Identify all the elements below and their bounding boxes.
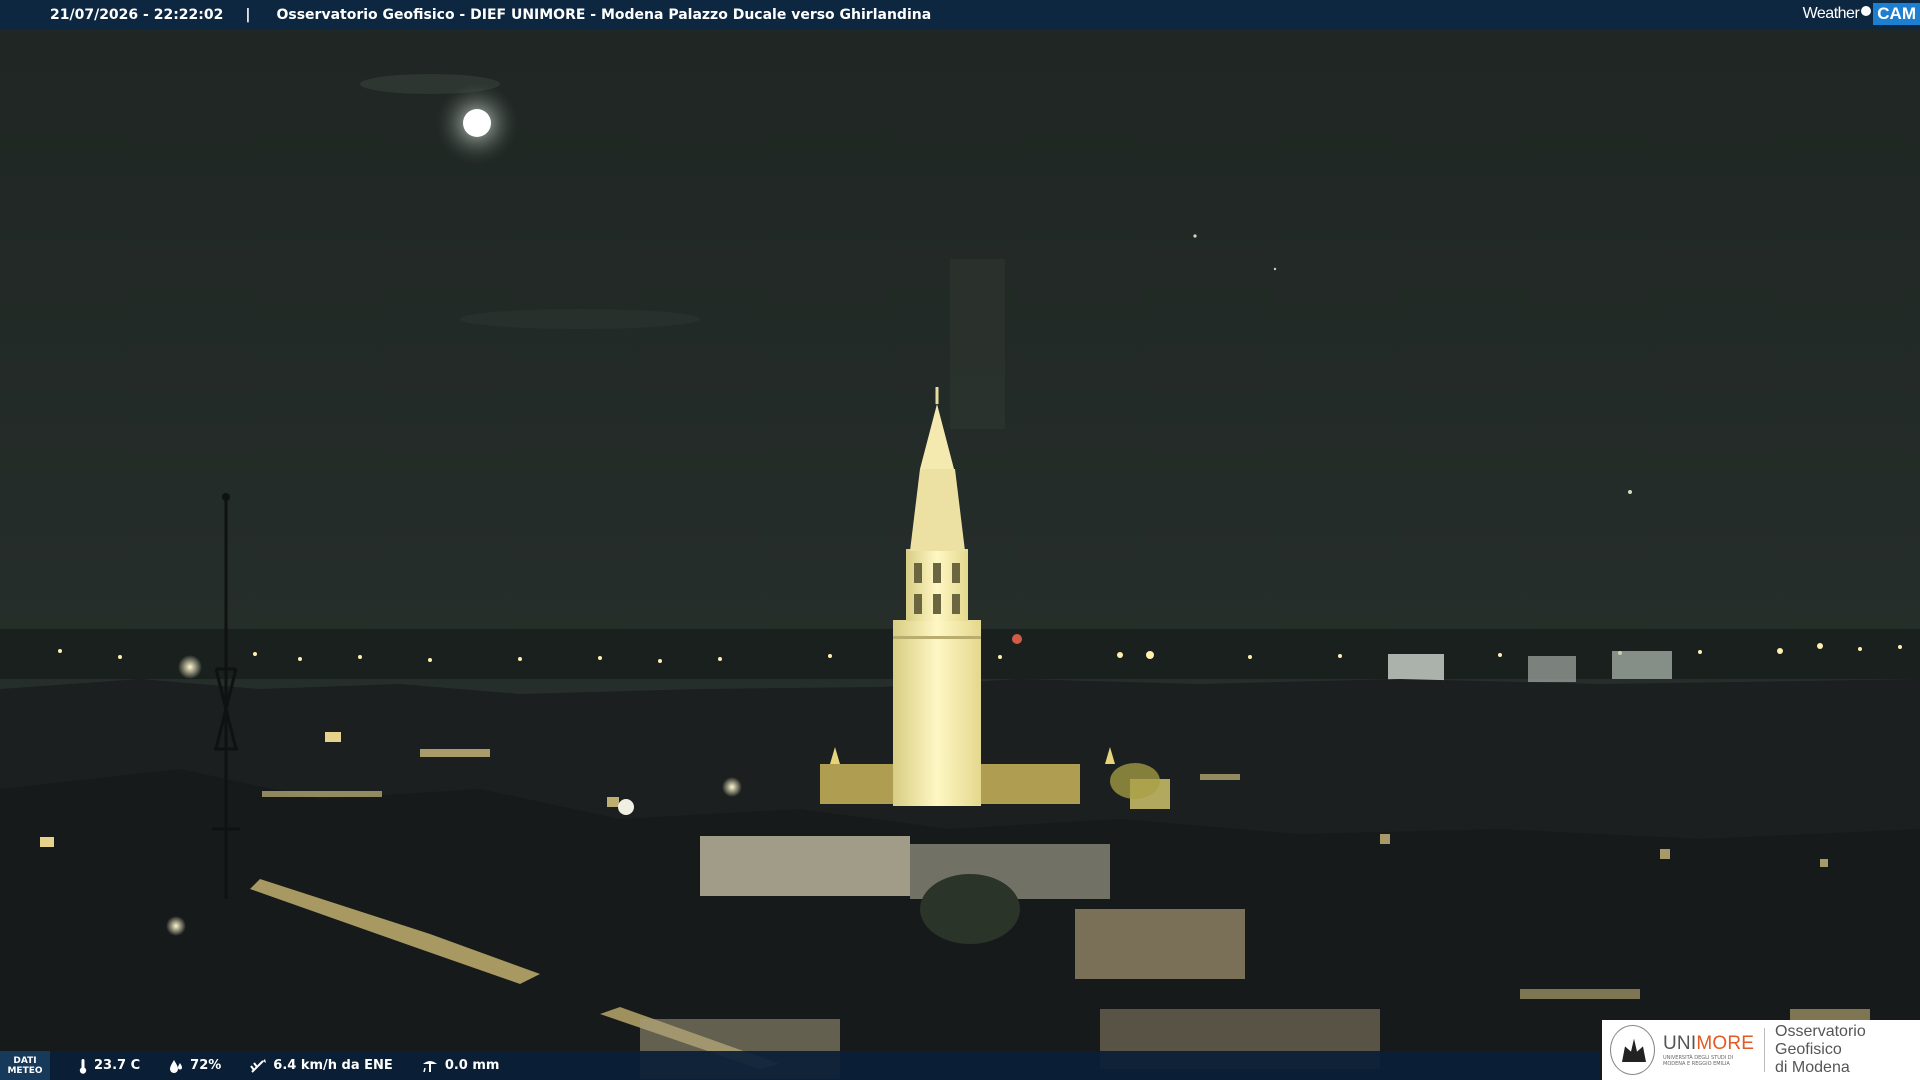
- star: [1193, 234, 1197, 238]
- star: [1628, 490, 1632, 494]
- rain-value: 0.0 mm: [444, 1058, 500, 1073]
- dome-building: [1075, 909, 1245, 979]
- rain-reading: 0.0 mm: [421, 1058, 500, 1074]
- red-beacon-light: [1012, 634, 1022, 644]
- dati-label: DATI: [13, 1055, 37, 1066]
- weather-data-bar: DATI METEO 23.7 C 72% 6.4 km/h da ENE 0.…: [0, 1051, 1600, 1080]
- webcam-image: [0, 29, 1920, 1080]
- night-city-scene: [0, 29, 1920, 1080]
- street-lamp: [166, 916, 186, 936]
- tree: [920, 874, 1020, 944]
- humidity-icon: [168, 1058, 184, 1074]
- observatory-name: Osservatorio Geofisico di Modena: [1775, 1023, 1920, 1077]
- temperature-reading: 23.7 C: [78, 1058, 140, 1074]
- header-separator: |: [245, 6, 251, 23]
- unimore-subtitle-2: MODENA E REGGIO EMILIA: [1663, 1061, 1730, 1067]
- lit-tree: [1110, 763, 1160, 799]
- timestamp: 21/07/2026 - 22:22:02: [50, 6, 224, 23]
- unimore-wordmark: UNIMORE UNIVERSITÀ DEGLI STUDI DI MODENA…: [1663, 1033, 1754, 1067]
- unimore-observatory-logo: UNIMORE UNIVERSITÀ DEGLI STUDI DI MODENA…: [1602, 1020, 1920, 1080]
- rain-gauge-icon: [421, 1058, 439, 1074]
- header-bar: 21/07/2026 - 22:22:02 | Osservatorio Geo…: [0, 0, 1920, 29]
- camera-location-title: Osservatorio Geofisico - DIEF UNIMORE - …: [276, 6, 932, 23]
- humidity-value: 72%: [190, 1058, 222, 1073]
- dati-meteo-badge: DATI METEO: [0, 1051, 50, 1080]
- logo-divider: [1764, 1028, 1766, 1072]
- weathercam-logo-weather: Weather: [1802, 5, 1860, 22]
- thermometer-icon: [78, 1058, 88, 1074]
- street-lamp: [722, 777, 742, 797]
- wind-value: 6.4 km/h da ENE: [273, 1058, 393, 1073]
- unimore-text: UNIMORE: [1663, 1033, 1754, 1055]
- clock-face: [618, 799, 634, 815]
- unimore-uni: UNI: [1663, 1033, 1697, 1054]
- distant-building: [1612, 651, 1672, 679]
- distant-building: [1388, 654, 1444, 682]
- observatory-line-2: di Modena: [1775, 1059, 1850, 1076]
- palazzo-facade: [700, 836, 910, 896]
- mast-top: [222, 493, 230, 501]
- lens-reflection: [950, 259, 1005, 429]
- wind-reading: 6.4 km/h da ENE: [249, 1058, 393, 1074]
- observatory-line-1: Osservatorio Geofisico: [1775, 1023, 1866, 1058]
- meteo-label: METEO: [7, 1065, 43, 1076]
- wind-icon: [249, 1058, 267, 1074]
- distant-building: [1528, 656, 1576, 682]
- star: [1273, 267, 1277, 271]
- weathercam-logo-cam: CAM: [1873, 3, 1920, 25]
- weathercam-logo: Weather CAM: [1803, 2, 1920, 26]
- temperature-value: 23.7 C: [94, 1058, 141, 1073]
- weathercam-logo-dot: [1861, 6, 1872, 16]
- unimore-more: MORE: [1696, 1033, 1755, 1054]
- street-lamp: [178, 655, 202, 679]
- cloud-wisp: [460, 309, 700, 329]
- moon: [463, 109, 491, 137]
- university-seal-icon: [1610, 1025, 1655, 1075]
- humidity-reading: 72%: [168, 1058, 221, 1074]
